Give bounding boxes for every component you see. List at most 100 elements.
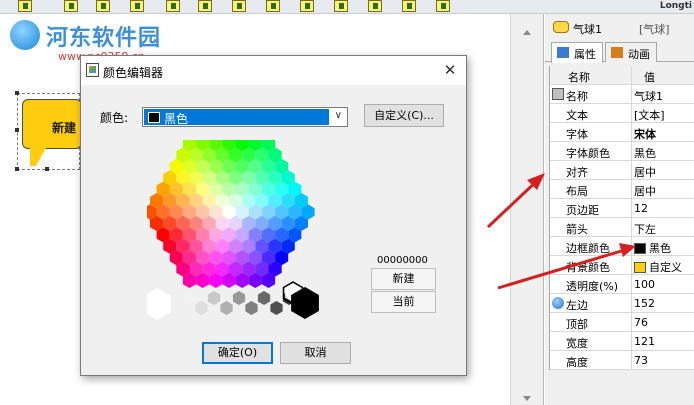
property-value[interactable]: 121	[634, 332, 655, 351]
property-grid: 名称 值 名称 气球1 文本 [文本] 字体 宋体 字体颜色 黑色 对齐 居中 …	[549, 66, 694, 370]
cancel-button[interactable]: 取消	[280, 342, 351, 364]
toolbar-tool-icon[interactable]	[232, 0, 246, 12]
property-value[interactable]: 12	[634, 199, 648, 218]
property-name: 字体颜色	[550, 142, 632, 161]
object-type: [气球]	[639, 23, 670, 36]
color-cell[interactable]	[147, 288, 171, 320]
property-name: 箭头	[550, 218, 632, 237]
canvas-vertical-scrollbar[interactable]	[510, 14, 544, 405]
color-cell[interactable]	[270, 301, 283, 315]
property-name: 左边	[550, 294, 632, 313]
palette-icon	[86, 63, 99, 77]
new-color-preview[interactable]: 新建	[371, 268, 436, 290]
property-row[interactable]: 文本 [文本]	[550, 104, 694, 123]
color-editor-dialog: 颜色编辑器 ✕ 颜色: 黑色 ∨ 自定义(C)... 00000000 新建 当…	[80, 55, 467, 376]
resize-handle[interactable]	[15, 91, 19, 95]
property-value[interactable]: 居中	[634, 161, 656, 180]
property-value[interactable]: 黑色	[634, 237, 671, 256]
property-name: 背景颜色	[550, 256, 632, 275]
property-row[interactable]: 箭头 下左	[550, 218, 694, 237]
color-cell[interactable]	[220, 301, 233, 315]
property-value[interactable]: 152	[634, 294, 655, 313]
chevron-down-icon[interactable]: ∨	[335, 110, 342, 121]
color-cell[interactable]	[182, 291, 196, 305]
property-row[interactable]: 对齐 居中	[550, 161, 694, 180]
color-cell[interactable]	[232, 291, 246, 305]
dialog-title: 颜色编辑器	[103, 66, 164, 80]
property-value[interactable]: 下左	[634, 218, 656, 237]
ok-button[interactable]: 确定(O)	[202, 342, 273, 364]
property-value[interactable]: 宋体	[634, 123, 656, 142]
property-row[interactable]: 字体 宋体	[550, 123, 694, 142]
property-name: 边框颜色	[550, 237, 632, 256]
property-value-text: 黑色	[649, 242, 671, 255]
property-value[interactable]: [文本]	[634, 104, 665, 123]
color-dropdown[interactable]: 黑色 ∨	[142, 107, 348, 127]
property-row[interactable]: 页边距 12	[550, 199, 694, 218]
properties-icon	[557, 47, 569, 58]
property-row[interactable]: 背景颜色 自定义	[550, 256, 694, 275]
color-cell[interactable]	[207, 291, 221, 305]
property-value[interactable]: 气球1	[634, 85, 663, 104]
toolbar-tool-icon[interactable]	[166, 0, 180, 12]
property-row[interactable]: 布局 居中	[550, 180, 694, 199]
selected-color-text: 黑色	[164, 112, 189, 126]
property-row[interactable]: 顶部 76	[550, 313, 694, 332]
tab-properties[interactable]: 属性	[551, 42, 603, 63]
property-name: 宽度	[550, 332, 632, 351]
toolbar-tool-icon[interactable]	[198, 0, 212, 12]
toolbar-tool-icon[interactable]	[300, 0, 314, 12]
tab-label: 属性	[574, 48, 596, 61]
property-name: 布局	[550, 180, 632, 199]
toolbar-tool-icon[interactable]	[402, 0, 416, 12]
object-selector[interactable]: 气球1 [气球]	[545, 16, 694, 40]
property-row[interactable]: 左边 152	[550, 294, 694, 313]
toolbar-tool-icon[interactable]	[368, 0, 382, 12]
color-cell[interactable]	[257, 291, 271, 305]
property-name: 对齐	[550, 161, 632, 180]
toolbar-tool-icon[interactable]	[334, 0, 348, 12]
color-swatch	[148, 112, 160, 123]
custom-color-button[interactable]: 自定义(C)...	[364, 104, 444, 127]
tab-animation[interactable]: 动画	[605, 42, 657, 62]
property-row[interactable]: 高度 73	[550, 351, 694, 370]
color-cell[interactable]	[245, 301, 258, 315]
scroll-down-icon[interactable]	[523, 396, 531, 401]
top-toolbar: Longti	[0, 0, 694, 14]
property-value[interactable]: 自定义	[634, 256, 682, 275]
film-icon	[611, 47, 623, 58]
grid-header: 名称 值	[550, 66, 694, 85]
scroll-up-icon[interactable]	[523, 30, 531, 35]
resize-handle[interactable]	[45, 167, 49, 171]
resize-handle[interactable]	[15, 167, 19, 171]
color-cell[interactable]	[195, 301, 208, 315]
property-value[interactable]: 黑色	[634, 142, 656, 161]
panel-tabs: 属性 动画	[545, 40, 694, 63]
current-color-preview[interactable]: 当前	[371, 291, 436, 313]
property-value[interactable]: 73	[634, 351, 648, 370]
property-name: 名称	[550, 85, 632, 104]
toolbar-tool-icon[interactable]	[64, 0, 78, 12]
property-row[interactable]: 名称 气球1	[550, 85, 694, 104]
toolbar-doc-icon[interactable]	[18, 0, 32, 12]
property-value[interactable]: 居中	[634, 180, 656, 199]
toolbar-tool-icon[interactable]	[130, 0, 144, 12]
color-swatch	[634, 243, 646, 254]
toolbar-tool-icon[interactable]	[266, 0, 280, 12]
property-name: 字体	[550, 123, 632, 142]
property-value[interactable]: 100	[634, 275, 655, 294]
property-row[interactable]: 透明度(%) 100	[550, 275, 694, 294]
color-hex-value: 00000000	[377, 255, 428, 266]
property-name: 文本	[550, 104, 632, 123]
balloon-text: 新建	[52, 121, 77, 135]
resize-handle[interactable]	[15, 128, 19, 132]
property-row[interactable]: 宽度 121	[550, 332, 694, 351]
close-icon[interactable]: ✕	[437, 59, 463, 81]
dialog-titlebar[interactable]: 颜色编辑器 ✕	[81, 56, 466, 85]
property-value[interactable]: 76	[634, 313, 648, 332]
property-row[interactable]: 边框颜色 黑色	[550, 237, 694, 256]
property-row[interactable]: 字体颜色 黑色	[550, 142, 694, 161]
toolbar-tool-icon[interactable]	[96, 0, 110, 12]
balloon-icon	[553, 21, 569, 33]
toolbar-tool-icon[interactable]	[436, 0, 450, 12]
